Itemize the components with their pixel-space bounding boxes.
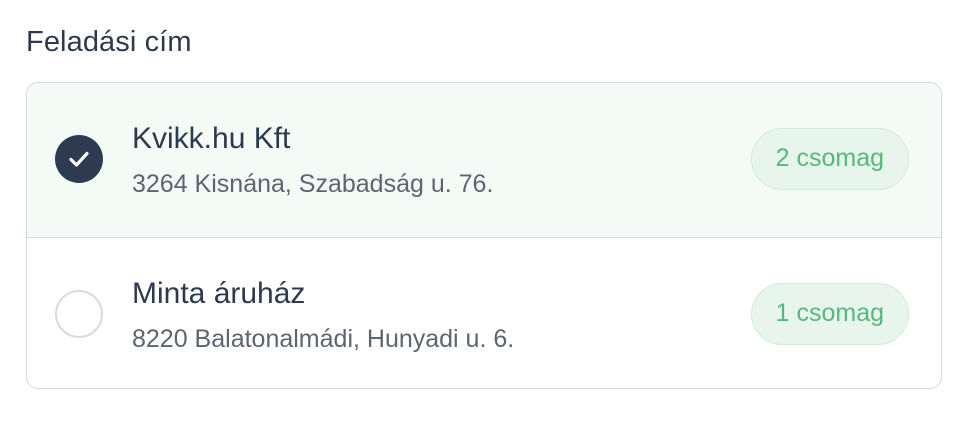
address-line: 8220 Balatonalmádi, Hunyadi u. 6. (132, 325, 515, 353)
address-line: 3264 Kisnána, Szabadság u. 76. (132, 170, 494, 198)
section-title: Feladási cím (26, 26, 192, 58)
address-list: Kvikk.hu Kft 3264 Kisnána, Szabadság u. … (26, 82, 942, 389)
address-option-kvikk[interactable]: Kvikk.hu Kft 3264 Kisnána, Szabadság u. … (27, 83, 941, 237)
address-option-minta[interactable]: Minta áruház 8220 Balatonalmádi, Hunyadi… (27, 237, 941, 388)
radio-checked-icon[interactable] (55, 135, 103, 183)
address-name: Kvikk.hu Kft (132, 122, 291, 155)
address-name: Minta áruház (132, 277, 306, 310)
package-count-badge: 2 csomag (750, 128, 909, 190)
radio-unchecked-icon[interactable] (55, 290, 103, 338)
checkmark-icon (69, 151, 89, 167)
package-count-badge: 1 csomag (750, 283, 909, 345)
